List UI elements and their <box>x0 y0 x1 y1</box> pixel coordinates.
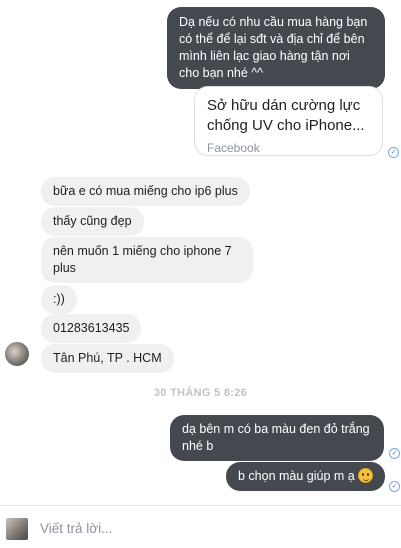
message-text: b chọn màu giúp m ạ <box>238 469 355 483</box>
incoming-message[interactable]: Tân Phú, TP . HCM <box>41 344 174 373</box>
message-text: dạ bên m có ba màu đen đỏ trắng nhé b <box>182 422 370 453</box>
link-preview-card[interactable]: Sở hữu dán cường lực chống UV cho iPhone… <box>194 86 383 156</box>
outgoing-message[interactable]: b chọn màu giúp m ạ <box>226 462 385 491</box>
smiley-emoji-icon <box>357 468 373 483</box>
incoming-message[interactable]: 01283613435 <box>41 314 142 343</box>
incoming-message[interactable]: nên muốn 1 miếng cho iphone 7 plus <box>41 237 253 283</box>
outgoing-message[interactable]: Dạ nếu có nhu cầu mua hàng bạn có thể để… <box>167 7 385 89</box>
check-circle-icon: ✓ <box>388 147 399 158</box>
check-circle-icon: ✓ <box>389 448 400 459</box>
incoming-message[interactable]: thấy cũng đẹp <box>41 207 144 236</box>
reply-input[interactable] <box>40 521 380 536</box>
message-text: Dạ nếu có nhu cầu mua hàng bạn có thể để… <box>179 15 368 80</box>
message-text: nên muốn 1 miếng cho iphone 7 plus <box>53 244 232 275</box>
avatar[interactable] <box>5 342 29 366</box>
message-text: 01283613435 <box>53 321 130 335</box>
avatar <box>6 518 28 540</box>
message-text: Tân Phú, TP . HCM <box>53 351 162 365</box>
incoming-message[interactable]: :)) <box>41 285 77 314</box>
outgoing-message[interactable]: dạ bên m có ba màu đen đỏ trắng nhé b <box>170 415 384 461</box>
check-circle-icon: ✓ <box>389 481 400 492</box>
link-preview-source: Facebook <box>207 141 260 155</box>
link-preview-title: Sở hữu dán cường lực chống UV cho iPhone… <box>207 97 365 134</box>
message-text: thấy cũng đẹp <box>53 214 132 228</box>
message-text: bữa e có mua miếng cho ip6 plus <box>53 184 238 198</box>
incoming-message[interactable]: bữa e có mua miếng cho ip6 plus <box>41 177 250 206</box>
timestamp: 30 THÁNG 5 8:26 <box>153 387 248 399</box>
reply-composer <box>0 505 401 548</box>
message-text: :)) <box>53 292 65 306</box>
